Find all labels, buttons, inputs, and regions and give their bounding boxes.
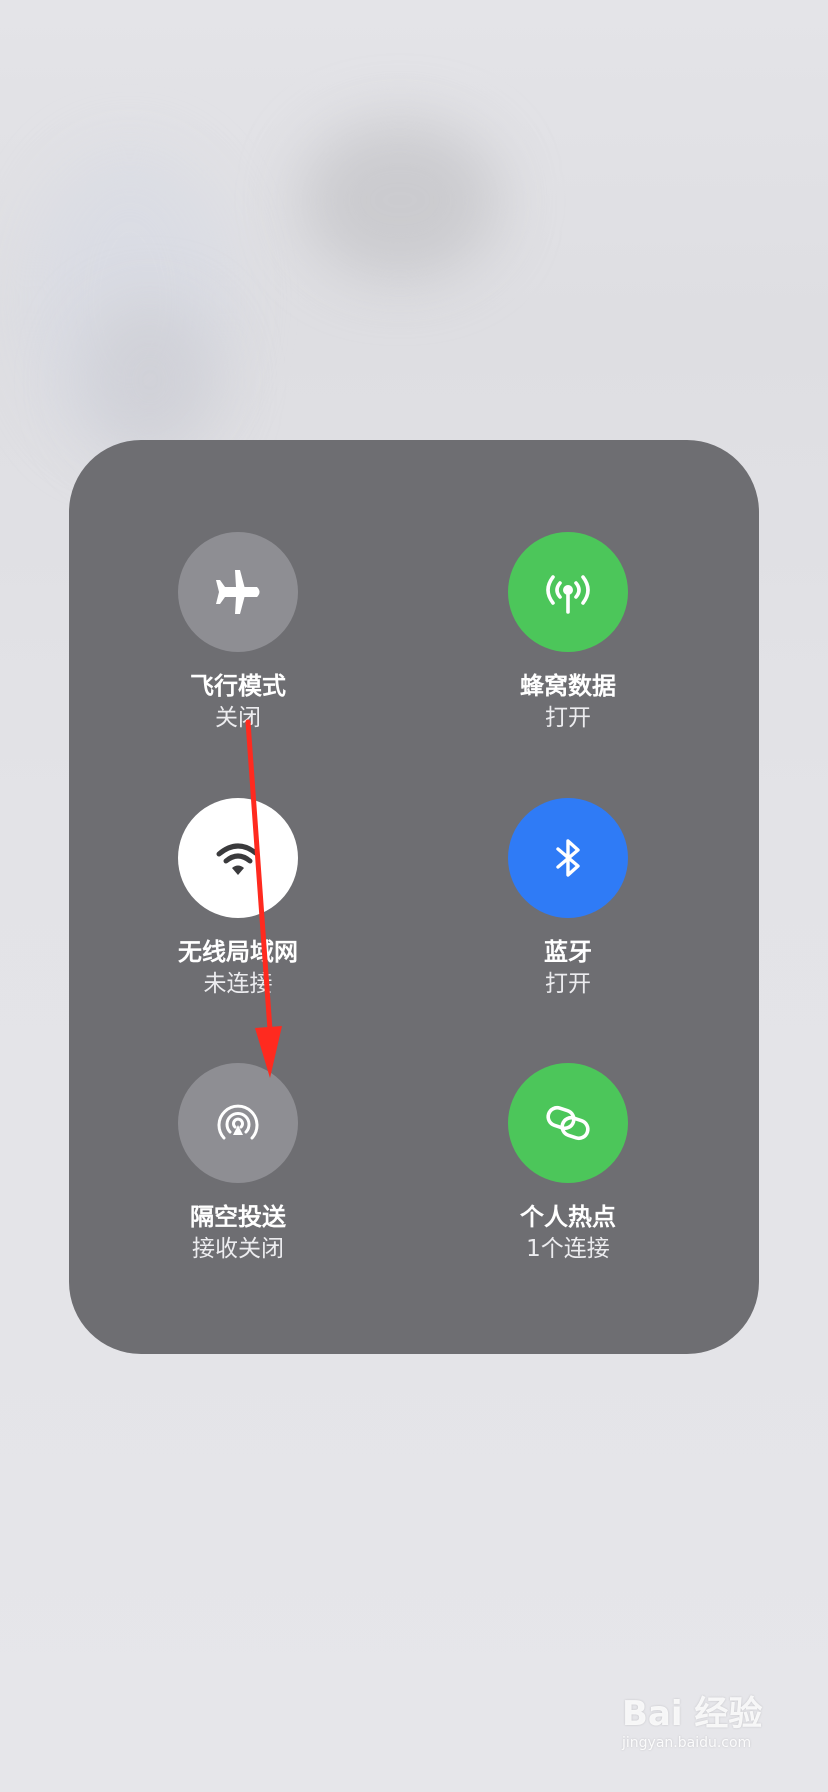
wifi-button[interactable] — [178, 798, 298, 918]
airdrop-icon — [217, 1104, 259, 1140]
bluetooth-toggle[interactable]: 蓝牙 打开 — [418, 798, 718, 1000]
airplane-mode-label: 飞行模式 — [190, 672, 286, 700]
cellular-data-status: 打开 — [545, 705, 591, 731]
bluetooth-button[interactable] — [508, 798, 628, 918]
airdrop-button[interactable] — [178, 1063, 298, 1183]
watermark-url: jingyan.baidu.com — [622, 1735, 752, 1751]
cellular-data-label: 蜂窝数据 — [520, 672, 616, 700]
airdrop-label: 隔空投送 — [190, 1203, 286, 1231]
wifi-label: 无线局域网 — [178, 938, 298, 966]
airdrop-toggle[interactable]: 隔空投送 接收关闭 — [88, 1063, 388, 1265]
wifi-icon — [216, 843, 260, 875]
airplane-mode-status: 关闭 — [215, 705, 261, 731]
personal-hotspot-button[interactable] — [508, 1063, 628, 1183]
airplane-mode-toggle[interactable]: 飞行模式 关闭 — [88, 532, 388, 734]
bluetooth-status: 打开 — [545, 971, 591, 997]
baidu-logo: Bai 经验 — [622, 1694, 763, 1734]
background-blur — [300, 120, 500, 280]
cellular-data-toggle[interactable]: 蜂窝数据 打开 — [418, 532, 718, 734]
airplane-mode-button[interactable] — [178, 532, 298, 652]
wifi-toggle[interactable]: 无线局域网 未连接 — [88, 798, 388, 1000]
personal-hotspot-label: 个人热点 — [520, 1203, 616, 1231]
bluetooth-icon — [556, 839, 580, 877]
hotspot-link-icon — [546, 1105, 590, 1141]
cellular-data-button[interactable] — [508, 532, 628, 652]
personal-hotspot-status: 1个连接 — [526, 1236, 610, 1262]
airplane-icon — [216, 570, 260, 614]
airdrop-status: 接收关闭 — [192, 1236, 284, 1262]
bluetooth-label: 蓝牙 — [544, 938, 592, 966]
cellular-antenna-icon — [546, 575, 590, 614]
connectivity-panel: 飞行模式 关闭 蜂窝数据 打开 无线局域网 未连接 蓝牙 打开 隔空投送 接收关… — [69, 440, 759, 1354]
baidu-jingyan-watermark: Bai 经验 jingyan.baidu.com — [622, 1694, 782, 1752]
wifi-status: 未连接 — [203, 971, 273, 997]
personal-hotspot-toggle[interactable]: 个人热点 1个连接 — [418, 1063, 718, 1265]
background-blur — [80, 300, 220, 460]
